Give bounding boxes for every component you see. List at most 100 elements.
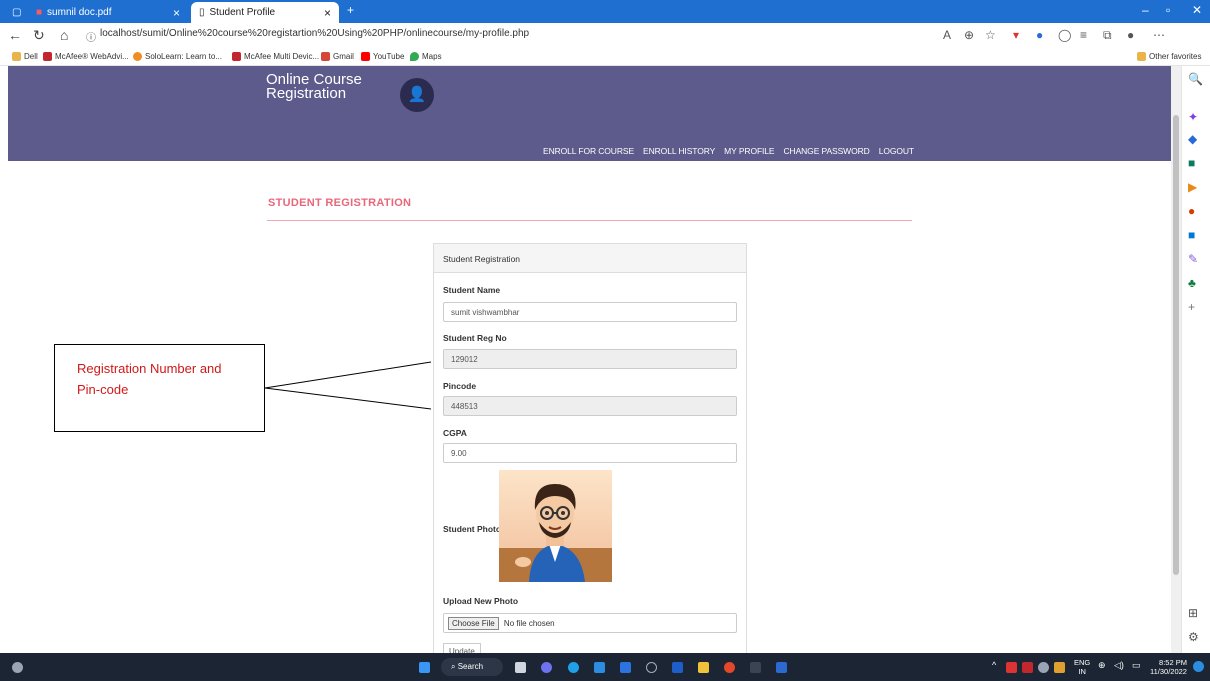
edge-icon[interactable]: [568, 662, 579, 673]
weather-icon[interactable]: [12, 662, 23, 673]
favorite-youtube[interactable]: YouTube: [361, 52, 404, 61]
windows-taskbar: ⌕ Search ^ ENG IN ⊕ ◁) ▭ 8:52 PM 11/30/2…: [0, 653, 1210, 681]
notification-badge-icon[interactable]: [1193, 661, 1204, 672]
site-header: Online Course Registration 👤 ENROLL FOR …: [8, 66, 1171, 161]
settings-gear-icon[interactable]: ⚙: [1188, 630, 1199, 644]
youtube-icon: [361, 52, 370, 61]
search-icon[interactable]: 🔍: [1188, 72, 1203, 86]
games-icon[interactable]: ▶: [1188, 180, 1197, 194]
store-icon[interactable]: [594, 662, 605, 673]
terminal-icon[interactable]: [750, 662, 761, 673]
avatar-illustration: [499, 484, 612, 582]
battery-icon[interactable]: ▭: [1132, 661, 1141, 670]
student-name-input[interactable]: sumit vishwambhar: [443, 302, 737, 322]
extension-icon[interactable]: ●: [1036, 28, 1043, 42]
clock[interactable]: 8:52 PM 11/30/2022: [1150, 658, 1187, 676]
tray-app-icon[interactable]: [1006, 662, 1017, 673]
extension-icon[interactable]: ◯: [1058, 28, 1071, 42]
favorite-gmail[interactable]: Gmail: [321, 52, 354, 61]
tray-mcafee-icon[interactable]: [1022, 662, 1033, 673]
browser-tab-bar: ▢ ■ sumnil doc.pdf × ▯ Student Profile ×…: [0, 0, 1210, 23]
tab-student-profile-label: Student Profile: [209, 7, 276, 18]
add-user-icon: 👤: [400, 78, 434, 112]
site-brand[interactable]: Online Course Registration: [266, 72, 362, 101]
volume-icon[interactable]: ◁): [1114, 661, 1124, 670]
file-status: No file chosen: [503, 619, 555, 628]
tray-chevron-icon[interactable]: ^: [992, 661, 996, 670]
network-icon[interactable]: ⊕: [1098, 661, 1106, 670]
student-photo: [499, 470, 612, 582]
reg-no-input[interactable]: 129012: [443, 349, 737, 369]
pincode-input[interactable]: 448513: [443, 396, 737, 416]
back-icon[interactable]: ←: [8, 27, 22, 43]
favorite-maps[interactable]: Maps: [410, 52, 442, 61]
favorite-mcafee-multi[interactable]: McAfee Multi Devic...: [232, 52, 319, 61]
read-aloud-icon[interactable]: A: [943, 28, 951, 42]
favorite-sololearn[interactable]: SoloLearn: Learn to...: [133, 52, 222, 61]
nav-logout[interactable]: LOGOUT: [879, 146, 914, 156]
profile-avatar-icon[interactable]: ●: [1127, 28, 1134, 42]
dell-icon[interactable]: [646, 662, 657, 673]
other-favorites[interactable]: Other favorites: [1137, 52, 1201, 61]
tab-student-profile[interactable]: ▯ Student Profile ×: [191, 2, 339, 23]
tray-cloud-icon[interactable]: [1038, 662, 1049, 673]
update-button[interactable]: Update: [443, 643, 481, 653]
page-icon: ▯: [199, 7, 205, 18]
close-tab-icon[interactable]: ×: [324, 6, 331, 20]
folder-icon: [12, 52, 21, 61]
add-sidebar-app-icon[interactable]: +: [1188, 300, 1195, 314]
split-screen-icon[interactable]: ⊞: [1188, 606, 1198, 620]
designer-icon[interactable]: ✎: [1188, 252, 1198, 266]
cgpa-input[interactable]: 9.00: [443, 443, 737, 463]
chrome-icon[interactable]: [724, 662, 735, 673]
task-view-icon[interactable]: [515, 662, 526, 673]
nav-my-profile[interactable]: MY PROFILE: [724, 146, 774, 156]
minimize-icon[interactable]: –: [1142, 3, 1149, 17]
tab-pdf[interactable]: ■ sumnil doc.pdf ×: [28, 2, 188, 23]
file-explorer-icon[interactable]: [698, 662, 709, 673]
tray-app-icon[interactable]: [1054, 662, 1065, 673]
language-indicator[interactable]: ENG IN: [1074, 658, 1090, 676]
taskbar-search[interactable]: ⌕ Search: [441, 658, 503, 676]
word-icon[interactable]: [776, 662, 787, 673]
office-icon[interactable]: ●: [1188, 204, 1195, 218]
close-tab-icon[interactable]: ×: [173, 6, 180, 20]
address-bar: ← ↻ ⌂ ⓘ localhost/sumit/Online%20course%…: [0, 23, 1210, 49]
favorite-dell[interactable]: Dell: [12, 52, 38, 61]
close-window-icon[interactable]: ✕: [1192, 3, 1202, 17]
photo-file-input[interactable]: Choose File No file chosen: [443, 613, 737, 633]
teams-icon[interactable]: [541, 662, 552, 673]
tree-icon[interactable]: ♣: [1188, 276, 1196, 290]
favorite-star-icon[interactable]: ☆: [985, 28, 996, 42]
discover-icon[interactable]: ✦: [1188, 110, 1198, 124]
choose-file-button[interactable]: Choose File: [448, 617, 499, 630]
reg-no-label: Student Reg No: [443, 333, 507, 343]
calendar-icon[interactable]: [620, 662, 631, 673]
tools-icon[interactable]: ■: [1188, 156, 1195, 170]
nav-enroll-history[interactable]: ENROLL HISTORY: [643, 146, 715, 156]
scrollbar-thumb[interactable]: [1173, 115, 1179, 575]
shopping-tag-icon[interactable]: ◆: [1188, 132, 1197, 146]
info-icon[interactable]: ⓘ: [86, 29, 96, 44]
favorite-mcafee[interactable]: McAfee® WebAdvi...: [43, 52, 129, 61]
zoom-icon[interactable]: ⊕: [964, 28, 974, 42]
windows-start-icon[interactable]: [419, 662, 430, 673]
nav-change-password[interactable]: CHANGE PASSWORD: [784, 146, 870, 156]
tab-actions-icon[interactable]: ▢: [4, 2, 26, 23]
notes-icon[interactable]: [672, 662, 683, 673]
new-tab-icon[interactable]: +: [347, 3, 354, 17]
nav-enroll-for-course[interactable]: ENROLL FOR COURSE: [543, 146, 634, 156]
refresh-icon[interactable]: ↻: [33, 27, 45, 44]
tab-pdf-label: sumnil doc.pdf: [47, 7, 112, 18]
restore-icon[interactable]: ▫: [1166, 3, 1170, 17]
favorites-icon[interactable]: ≡: [1080, 28, 1087, 42]
extension-icon[interactable]: ▾: [1013, 28, 1019, 42]
mcafee-icon: [43, 52, 52, 61]
home-icon[interactable]: ⌂: [60, 27, 68, 43]
student-name-label: Student Name: [443, 285, 501, 295]
annotation-callout: Registration Number and Pin-code: [54, 344, 265, 432]
outlook-icon[interactable]: ■: [1188, 228, 1195, 242]
more-icon[interactable]: ⋯: [1153, 28, 1165, 42]
url-field[interactable]: localhost/sumit/Online%20course%20regist…: [100, 28, 529, 39]
collections-icon[interactable]: ⧉: [1103, 28, 1112, 43]
